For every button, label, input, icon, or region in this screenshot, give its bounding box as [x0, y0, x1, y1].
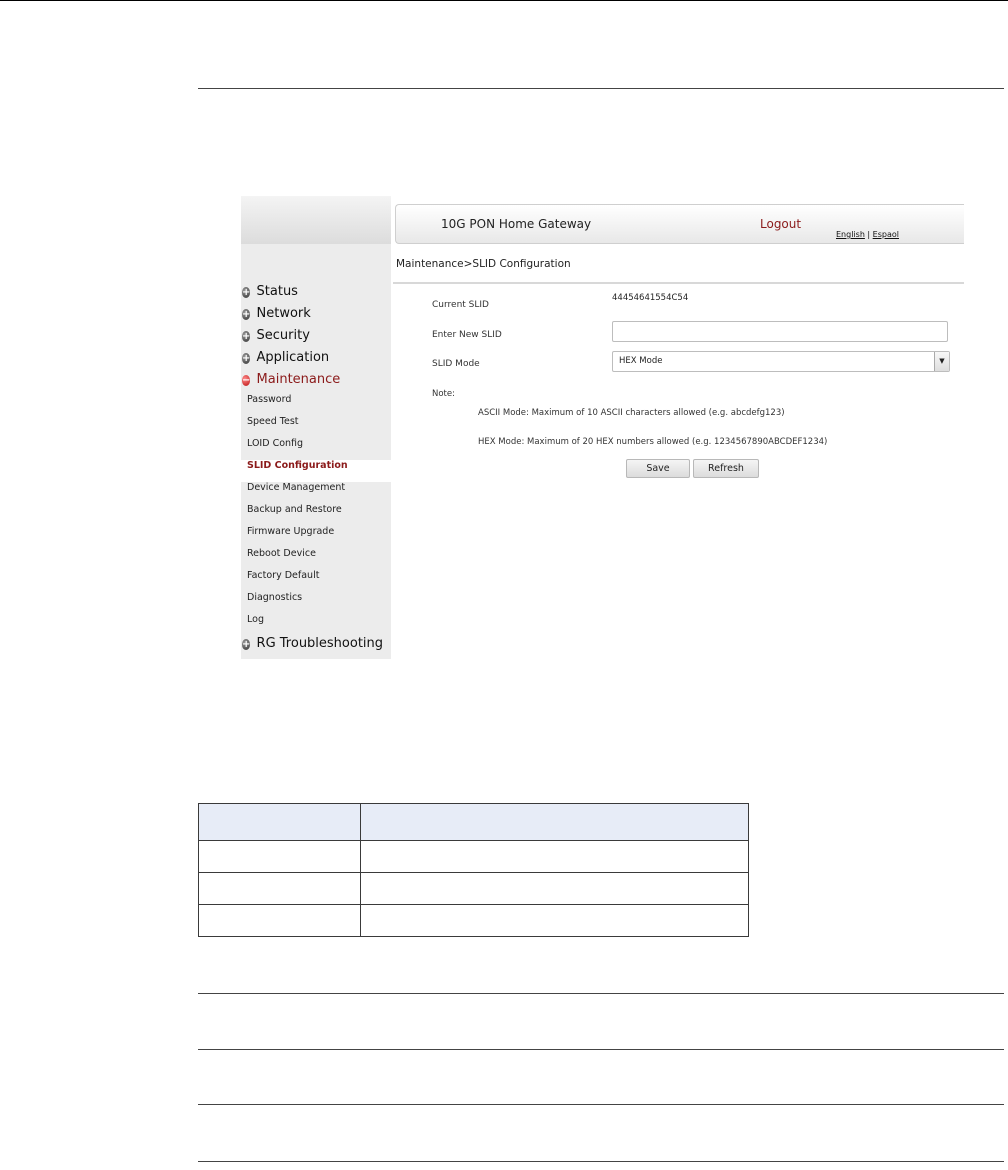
note-label: Note: — [432, 389, 455, 399]
hex-mode-note: HEX Mode: Maximum of 20 HEX numbers allo… — [478, 437, 828, 447]
top-bar: 10G PON Home Gateway Logout English | Es… — [395, 204, 964, 244]
section-rule — [198, 993, 1004, 994]
breadcrumb: Maintenance>SLID Configuration — [396, 258, 571, 270]
sidebar-item-status[interactable]: + Status — [241, 284, 391, 306]
refresh-button[interactable]: Refresh — [693, 459, 759, 478]
sidebar-item-label: Network — [256, 306, 311, 321]
table-header-row — [198, 803, 749, 841]
table-row — [198, 904, 749, 937]
table-header-cell — [198, 803, 361, 841]
sidebar-subitem-log[interactable]: Log — [241, 614, 391, 636]
section-rule — [198, 88, 1004, 89]
sidebar-subitem-speed-test[interactable]: Speed Test — [241, 416, 391, 438]
sidebar-item-label: RG Troubleshooting — [256, 636, 384, 651]
sidebar-subitem-factory-default[interactable]: Factory Default — [241, 570, 391, 592]
ascii-mode-note: ASCII Mode: Maximum of 10 ASCII characte… — [478, 408, 785, 418]
sidebar-subitem-loid-config[interactable]: LOID Config — [241, 438, 391, 460]
sidebar-header — [241, 196, 391, 244]
logout-link[interactable]: Logout — [760, 217, 801, 231]
sidebar-item-application[interactable]: + Application — [241, 350, 391, 372]
sidebar-subitem-slid-configuration[interactable]: SLID Configuration — [241, 460, 391, 482]
slid-mode-selected: HEX Mode — [619, 356, 663, 366]
breadcrumb-divider — [393, 282, 964, 284]
current-slid-label: Current SLID — [432, 300, 489, 310]
sidebar-item-security[interactable]: + Security — [241, 328, 391, 350]
table-cell — [198, 872, 361, 905]
section-rule — [198, 1049, 1004, 1050]
sidebar-item-label: Status — [256, 284, 298, 299]
sidebar-subitem-password[interactable]: Password — [241, 394, 391, 416]
slid-mode-select[interactable]: HEX Mode ▼ — [612, 351, 950, 372]
plus-icon: + — [242, 639, 251, 650]
parameter-table — [198, 803, 749, 937]
sidebar-subitem-diagnostics[interactable]: Diagnostics — [241, 592, 391, 614]
sidebar-item-label: Application — [256, 350, 330, 365]
page-top-rule — [0, 0, 1008, 1]
sidebar-subitem-firmware-upgrade[interactable]: Firmware Upgrade — [241, 526, 391, 548]
table-row — [198, 840, 749, 873]
table-cell — [360, 872, 749, 905]
table-cell — [198, 840, 361, 873]
sidebar-subitem-reboot-device[interactable]: Reboot Device — [241, 548, 391, 570]
current-slid-value: 44454641554C54 — [612, 293, 689, 303]
sidebar-item-label: Maintenance — [256, 372, 341, 387]
language-switcher: English | Espaol — [836, 230, 899, 239]
language-espanol-link[interactable]: Espaol — [873, 230, 899, 239]
table-row — [198, 872, 749, 905]
table-cell — [360, 904, 749, 937]
plus-icon: + — [242, 309, 251, 320]
save-button[interactable]: Save — [626, 459, 690, 478]
main-panel: 10G PON Home Gateway Logout English | Es… — [391, 196, 964, 659]
sidebar: + Status + Network + Security + Applicat… — [241, 196, 391, 659]
table-header-cell — [360, 803, 749, 841]
gateway-screenshot: + Status + Network + Security + Applicat… — [241, 196, 964, 659]
minus-icon: − — [242, 375, 251, 386]
sidebar-subitem-device-management[interactable]: Device Management — [241, 482, 391, 504]
sidebar-item-network[interactable]: + Network — [241, 306, 391, 328]
app-title: 10G PON Home Gateway — [441, 217, 592, 231]
sidebar-subitem-backup-restore[interactable]: Backup and Restore — [241, 504, 391, 526]
language-separator: | — [864, 230, 873, 239]
table-cell — [198, 904, 361, 937]
plus-icon: + — [242, 331, 251, 342]
sidebar-menu: + Status + Network + Security + Applicat… — [241, 284, 391, 658]
section-rule — [198, 1161, 1004, 1162]
plus-icon: + — [242, 353, 251, 364]
language-english-link[interactable]: English — [836, 230, 865, 239]
section-rule — [198, 1104, 1004, 1105]
plus-icon: + — [242, 287, 251, 298]
new-slid-label: Enter New SLID — [432, 330, 502, 340]
sidebar-item-rg-troubleshooting[interactable]: + RG Troubleshooting — [241, 636, 391, 658]
new-slid-input[interactable] — [612, 321, 948, 342]
table-cell — [360, 840, 749, 873]
sidebar-item-maintenance[interactable]: − Maintenance — [241, 372, 391, 394]
sidebar-item-label: Security — [256, 328, 310, 343]
chevron-down-icon[interactable]: ▼ — [934, 352, 949, 371]
slid-mode-label: SLID Mode — [432, 359, 480, 369]
